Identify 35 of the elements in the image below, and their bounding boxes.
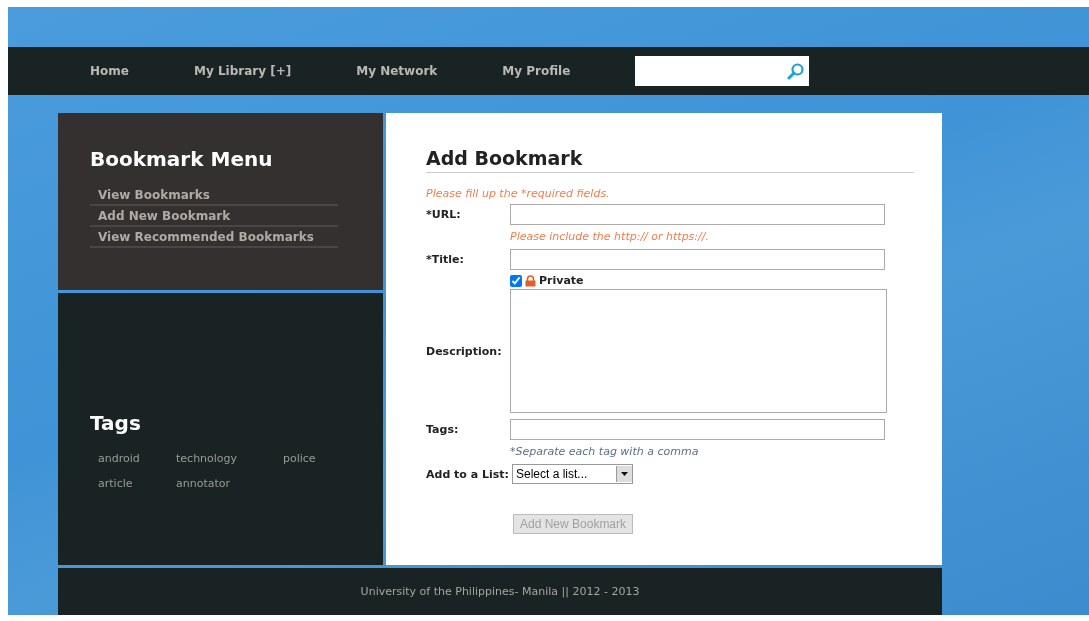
field-label: Tags: (426, 422, 460, 436)
textarea-field[interactable] (510, 289, 887, 413)
text-field[interactable] (510, 418, 885, 440)
search-icon (787, 62, 806, 80)
field-label: *Title: (426, 252, 465, 266)
required-note: Please fill up the *required fields. (426, 187, 611, 200)
menu-link[interactable]: View Recommended Bookmarks (90, 227, 338, 248)
nav-link[interactable]: My Profile (502, 64, 571, 78)
nav-link[interactable]: My Library [+] (193, 64, 292, 78)
tags-heading: Tags (90, 411, 142, 435)
text-field[interactable] (510, 248, 885, 270)
lock-icon (525, 274, 536, 287)
footer-text: University of the Philippines- Manila || 2012 - 2013 (360, 585, 640, 598)
tag-link[interactable]: android (98, 452, 140, 465)
tag-link[interactable]: police (283, 452, 316, 465)
text-field[interactable] (510, 203, 885, 225)
tag-link[interactable]: annotator (176, 477, 231, 490)
caret-icon (621, 472, 628, 476)
checkbox[interactable] (510, 274, 522, 287)
field-label: *URL: (426, 207, 462, 221)
nav-link[interactable]: Home (90, 64, 129, 78)
menu-link[interactable]: Add New Bookmark (90, 206, 338, 227)
list-dropdown[interactable]: Select a list... (512, 464, 633, 484)
menu-link[interactable]: View Bookmarks (90, 185, 338, 206)
page-title: Add Bookmark (426, 147, 914, 173)
field-hint: *Separate each tag with a comma (510, 444, 700, 460)
search-field[interactable] (635, 56, 810, 86)
tag-link[interactable]: technology (176, 452, 238, 465)
tag-link[interactable]: article (98, 477, 133, 490)
field-label: Description: (426, 344, 503, 358)
checkbox-label: Private (539, 274, 584, 287)
nav-link[interactable]: My Network (356, 64, 438, 78)
menu-heading: Bookmark Menu (90, 147, 274, 171)
field-label: Add to a List: (426, 467, 510, 481)
field-hint: Please include the http:// or https://. (510, 229, 710, 245)
